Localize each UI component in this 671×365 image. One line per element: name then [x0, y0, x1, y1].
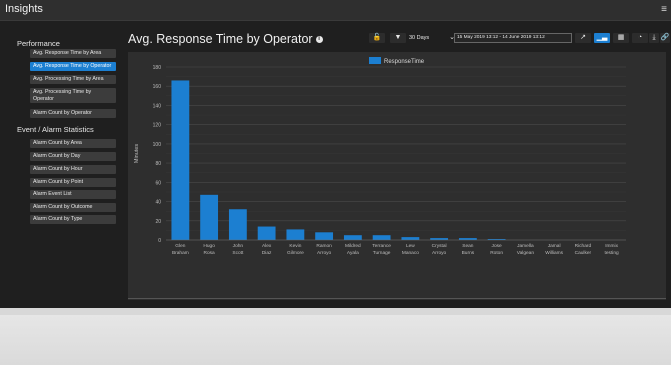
- bar: [257, 226, 276, 240]
- sidebar-item-alarm-count-day[interactable]: Alarm Count by Day: [30, 152, 116, 161]
- bar: [315, 232, 334, 240]
- pie-chart-icon[interactable]: ◔: [632, 33, 648, 43]
- bar-chart-icon[interactable]: ▁▃: [594, 33, 610, 43]
- x-tick-label: Crystal Arroyo: [432, 243, 447, 256]
- legend-swatch: [369, 57, 381, 64]
- sidebar-item-alarm-count-type[interactable]: Alarm Count by Type: [30, 215, 116, 224]
- x-tick-label: Glen Braham: [172, 243, 189, 256]
- sidebar-item-alarm-event-list[interactable]: Alarm Event List: [30, 190, 116, 199]
- range-select[interactable]: 30 Days ⌄: [409, 33, 455, 43]
- x-tick-label: Hugo Rosa: [203, 243, 215, 256]
- bar-chart: 0 20 40 60 80 100 120 140 160 180 Minutes ResponseT…: [134, 57, 626, 256]
- range-select-label: 30 Days: [409, 35, 430, 41]
- page-title-text: Avg. Response Time by Operator: [128, 32, 313, 46]
- bar: [401, 237, 420, 240]
- x-tick-label: Kevin Gilmore: [287, 243, 304, 256]
- chart-panel: 0 20 40 60 80 100 120 140 160 180 Minutes ResponseT…: [128, 52, 666, 300]
- bar: [200, 194, 219, 240]
- legend-label: ResponseTime: [384, 59, 425, 65]
- filter-icon[interactable]: ▼: [390, 33, 406, 43]
- bar: [171, 80, 190, 240]
- x-tick-label: Sean Burns: [462, 243, 475, 256]
- table-icon[interactable]: ▦: [613, 33, 629, 43]
- bar: [286, 229, 305, 240]
- page-title: Avg. Response Time by Operator i: [128, 32, 323, 46]
- page-footer-area: [0, 315, 671, 365]
- x-tick-label: Ramon Arroyo: [316, 243, 332, 256]
- x-tick-label: Immix testing: [605, 243, 619, 256]
- x-tick-label: Jose Roton: [490, 243, 503, 256]
- bar: [228, 209, 247, 240]
- y-axis-label: Minutes: [134, 144, 140, 164]
- line-chart-icon[interactable]: ↗: [575, 33, 591, 43]
- sidebar-item-alarm-count-operator[interactable]: Alarm Count by Operator: [30, 109, 116, 118]
- sidebar-item-processing-time-operator[interactable]: Avg. Processing Time by Operator: [30, 88, 116, 103]
- y-tick-label: 60: [155, 180, 161, 186]
- sidebar-item-response-time-area[interactable]: Avg. Response Time by Area: [30, 49, 116, 58]
- date-range-input[interactable]: 15 May 2019 13:12 - 14 June 2019 13:12: [454, 33, 572, 43]
- sidebar-item-alarm-count-point[interactable]: Alarm Count by Point: [30, 178, 116, 187]
- x-tick-label: Mildred Ayala: [345, 243, 361, 256]
- sidebar-item-response-time-operator[interactable]: Avg. Response Time by Operator: [30, 62, 116, 71]
- hamburger-icon[interactable]: ≡: [661, 4, 667, 15]
- download-icon[interactable]: ⤓: [649, 33, 659, 43]
- x-tick-label: John Scott: [232, 243, 244, 256]
- sidebar-item-alarm-count-outcome[interactable]: Alarm Count by Outcome: [30, 203, 116, 212]
- section-performance: Performance: [17, 39, 60, 48]
- lock-icon[interactable]: 🔓: [369, 33, 385, 43]
- info-icon[interactable]: i: [315, 36, 323, 44]
- y-tick-label: 80: [155, 161, 161, 167]
- x-tick-label: Richard Caulker: [575, 243, 592, 256]
- x-tick-label: Terrance Turnage: [372, 243, 391, 256]
- bar: [343, 235, 362, 240]
- top-bar: Insights ≡: [0, 0, 671, 21]
- sidebar-item-alarm-count-area[interactable]: Alarm Count by Area: [30, 139, 116, 148]
- app-title: Insights: [5, 3, 43, 15]
- sidebar-item-processing-time-area[interactable]: Avg. Processing Time by Area: [30, 75, 116, 84]
- y-tick-label: 0: [158, 238, 161, 244]
- x-tick-label: Jamella Valgean: [517, 243, 535, 256]
- y-tick-label: 160: [153, 84, 162, 90]
- divider: [128, 298, 666, 299]
- y-tick-label: 180: [153, 65, 162, 71]
- link-icon[interactable]: 🔗: [660, 33, 670, 43]
- sidebar-item-alarm-count-hour[interactable]: Alarm Count by Hour: [30, 165, 116, 174]
- y-tick-label: 140: [153, 103, 162, 109]
- app-window: Insights ≡ Performance Avg. Response Tim…: [0, 0, 671, 308]
- y-tick-label: 40: [155, 200, 161, 206]
- y-tick-label: 20: [155, 219, 161, 225]
- x-tick-label: Alex Diaz: [262, 243, 272, 256]
- y-tick-label: 100: [153, 142, 162, 148]
- x-tick-label: Jamal Williams: [545, 243, 563, 256]
- bar: [372, 235, 391, 240]
- section-event-alarm: Event / Alarm Statistics: [17, 125, 94, 134]
- y-tick-label: 120: [153, 123, 162, 129]
- x-tick-label: Lew Manaco: [402, 243, 419, 256]
